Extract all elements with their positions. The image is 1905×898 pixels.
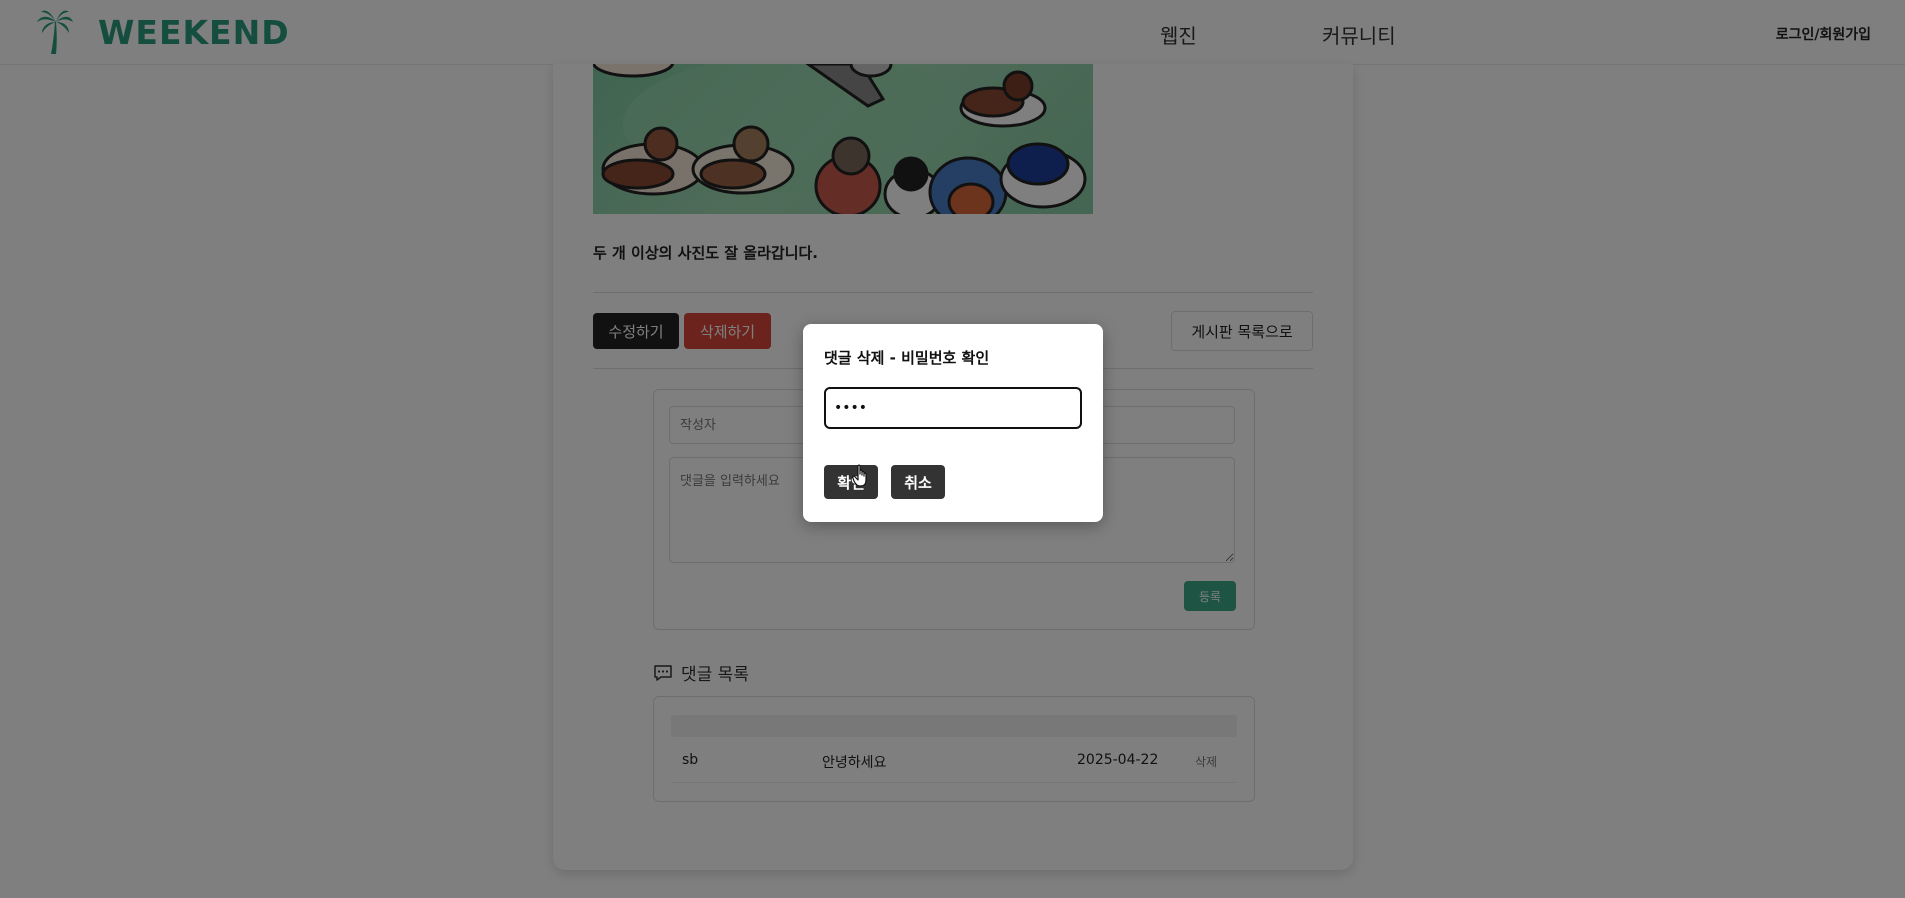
hand-cursor-icon: [852, 464, 867, 487]
password-input[interactable]: [824, 387, 1082, 429]
modal-title: 댓글 삭제 - 비밀번호 확인: [824, 349, 990, 367]
password-confirm-modal: 댓글 삭제 - 비밀번호 확인 확인 취소: [803, 324, 1103, 522]
cancel-button[interactable]: 취소: [891, 465, 945, 499]
